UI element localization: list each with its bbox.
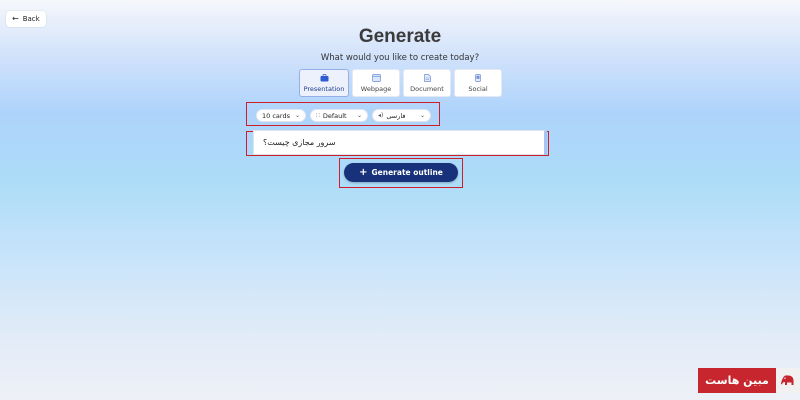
content-type-selector: Presentation Webpage Document Social [299, 69, 502, 97]
type-social[interactable]: Social [454, 69, 502, 97]
chevron-down-icon: ⌄ [294, 112, 300, 119]
type-label: Presentation [303, 84, 345, 93]
language-select[interactable]: ◂) فارسی ⌄ [372, 109, 431, 122]
chevron-down-icon: ⌄ [356, 112, 362, 119]
social-icon [475, 73, 481, 82]
generate-outline-button[interactable]: + Generate outline [344, 163, 458, 182]
prompt-accent-bar [544, 131, 547, 155]
cards-select[interactable]: 10 cards ⌄ [256, 109, 306, 122]
type-label: Webpage [360, 84, 392, 93]
generate-label: Generate outline [371, 168, 443, 177]
type-document[interactable]: Document [403, 69, 451, 97]
type-webpage[interactable]: Webpage [352, 69, 400, 97]
type-label: Social [468, 84, 488, 93]
arrow-left-icon: ← [12, 14, 19, 23]
theme-select-value: Default [322, 111, 347, 120]
elephant-logo-icon [776, 368, 800, 393]
brand-text: مبین هاست [698, 368, 776, 393]
theme-select[interactable]: ∷ Default ⌄ [310, 109, 368, 122]
brand-watermark: مبین هاست [698, 368, 800, 393]
back-button[interactable]: ← Back [6, 11, 46, 27]
chevron-down-icon: ⌄ [419, 112, 425, 119]
cards-select-value: 10 cards [262, 111, 290, 120]
page-subtitle: What would you like to create today? [320, 53, 480, 63]
presentation-icon [320, 73, 328, 81]
prompt-value: سرور مجازی چیست؟ [263, 138, 336, 147]
document-icon [423, 73, 431, 82]
language-select-value: فارسی [386, 111, 406, 120]
type-presentation[interactable]: Presentation [299, 69, 349, 97]
page-title: Generate [358, 26, 442, 47]
language-icon: ◂) [378, 112, 384, 119]
drag-handle-icon: ∷ [316, 112, 320, 119]
prompt-input[interactable]: سرور مجازی چیست؟ [253, 130, 545, 155]
plus-icon: + [359, 166, 368, 178]
type-label: Document [410, 84, 444, 93]
back-label: Back [22, 15, 40, 23]
webpage-icon [371, 73, 381, 82]
